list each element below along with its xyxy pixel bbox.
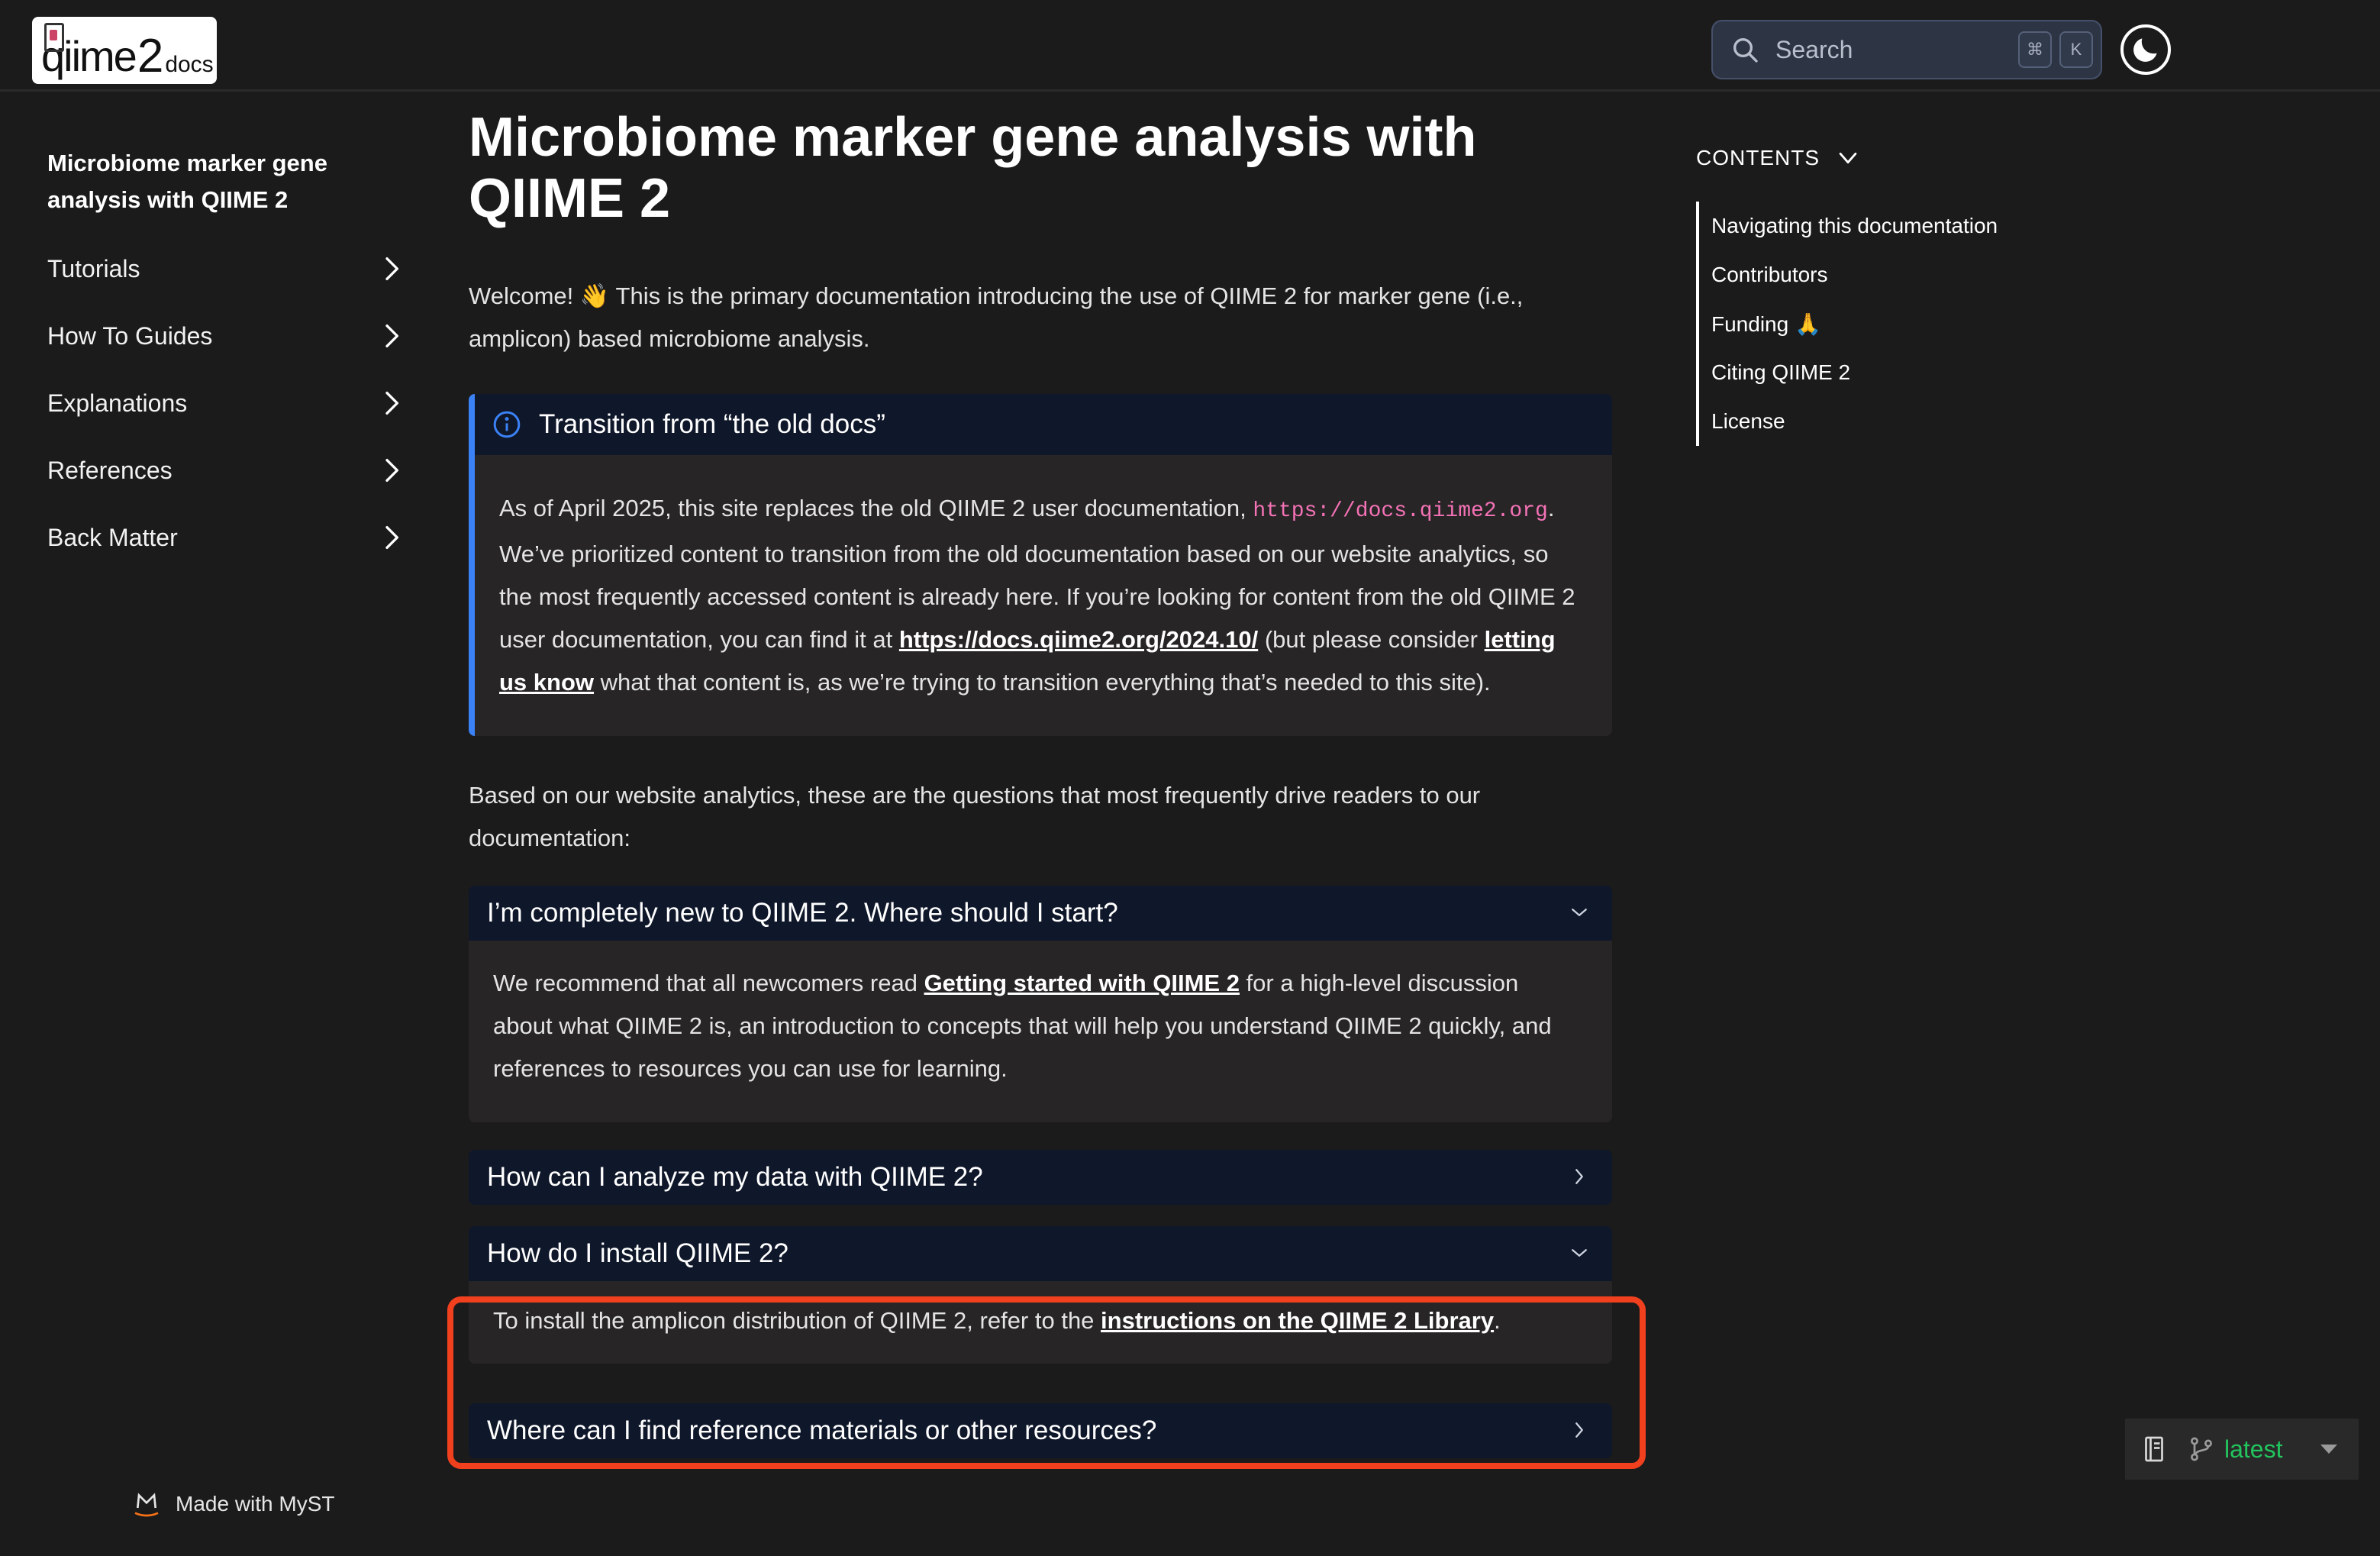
toc-item-funding[interactable]: Funding 🙏 [1711, 299, 2093, 348]
shortcut-key-cmd: ⌘ [2018, 31, 2052, 68]
dropdown-title: Where can I find reference materials or … [487, 1416, 1157, 1445]
dropdown-title: How do I install QIIME 2? [487, 1238, 788, 1268]
dropdown-title: I’m completely new to QIIME 2. Where sho… [487, 898, 1118, 928]
sidebar-item-back-matter[interactable]: Back Matter [47, 504, 406, 571]
sidebar-project-title[interactable]: Microbiome marker gene analysis with QII… [47, 145, 368, 218]
intro-paragraph: Welcome! 👋 This is the primary documenta… [469, 282, 1524, 352]
chevron-right-icon[interactable] [376, 253, 406, 284]
toc-toggle[interactable]: CONTENTS [1696, 145, 2093, 171]
transition-admonition: Transition from “the old docs” As of Apr… [469, 394, 1612, 736]
theme-toggle-button[interactable] [2120, 24, 2171, 75]
table-of-contents: CONTENTS Navigating this documentation C… [1696, 145, 2093, 446]
admonition-header: Transition from “the old docs” [475, 394, 1612, 455]
main-content: Microbiome marker gene analysis with QII… [469, 107, 1612, 1458]
sidebar-item-label: Tutorials [47, 254, 140, 282]
made-with-myst-label: Made with MyST [176, 1492, 335, 1516]
toc-item-navigating[interactable]: Navigating this documentation [1711, 202, 2093, 250]
caret-down-icon [2320, 1445, 2337, 1454]
old-docs-url-code: https://docs.qiime2.org [1253, 499, 1548, 523]
questions-intro-paragraph: Based on our website analytics, these ar… [469, 782, 1481, 851]
left-sidebar: Microbiome marker gene analysis with QII… [47, 145, 406, 571]
toc-list: Navigating this documentation Contributo… [1696, 202, 2093, 446]
dropdown-header[interactable]: I’m completely new to QIIME 2. Where sho… [469, 886, 1612, 941]
shortcut-key-k: K [2059, 31, 2093, 68]
toc-item-citing[interactable]: Citing QIIME 2 [1711, 348, 2093, 397]
chevron-right-icon [1575, 1422, 1583, 1438]
dropdown-new-to-qiime: I’m completely new to QIIME 2. Where sho… [469, 886, 1612, 1122]
dropdown-body: To install the amplicon distribution of … [493, 1307, 1501, 1334]
myst-logo-icon [134, 1493, 159, 1517]
dropdown-install-qiime: How do I install QIIME 2? To install the… [469, 1226, 1612, 1364]
logo-mark-icon [44, 23, 64, 52]
search-icon [1733, 38, 1758, 63]
sidebar-item-tutorials[interactable]: Tutorials [47, 235, 406, 302]
qiime2-docs-logo[interactable]: qiime 2 docs [32, 17, 217, 84]
toc-item-license[interactable]: License [1711, 397, 2093, 446]
old-docs-2024-link[interactable]: https://docs.qiime2.org/2024.10/ [899, 626, 1258, 653]
version-label: latest [2224, 1435, 2283, 1463]
chevron-right-icon[interactable] [376, 455, 406, 486]
getting-started-link[interactable]: Getting started with QIIME 2 [924, 970, 1240, 996]
sidebar-item-explanations[interactable]: Explanations [47, 370, 406, 437]
dropdown-reference-materials: Where can I find reference materials or … [469, 1403, 1612, 1458]
sidebar-item-label: How To Guides [47, 321, 213, 350]
sidebar-item-label: Back Matter [47, 523, 178, 551]
admonition-body: As of April 2025, this site replaces the… [499, 495, 1575, 696]
dropdown-analyze-data: How can I analyze my data with QIIME 2? [469, 1150, 1612, 1205]
dropdown-body: We recommend that all newcomers read Get… [493, 970, 1552, 1082]
sidebar-item-label: Explanations [47, 389, 188, 417]
search-input[interactable]: Search ⌘ K [1711, 20, 2102, 79]
chevron-right-icon[interactable] [376, 388, 406, 418]
info-icon [493, 411, 521, 438]
search-placeholder: Search [1775, 35, 1853, 63]
toc-heading: CONTENTS [1696, 146, 1820, 169]
git-branch-icon [2191, 1437, 2212, 1461]
chevron-right-icon [1575, 1169, 1583, 1184]
chevron-down-icon [1572, 909, 1587, 916]
book-icon [2145, 1436, 2163, 1462]
toc-item-contributors[interactable]: Contributors [1711, 250, 2093, 299]
chevron-down-icon [1572, 1249, 1587, 1257]
dropdown-header[interactable]: How can I analyze my data with QIIME 2? [469, 1150, 1612, 1205]
chevron-down-icon [1839, 152, 1857, 164]
qiime2-library-instructions-link[interactable]: instructions on the QIIME 2 Library [1101, 1307, 1494, 1334]
moon-icon [2133, 38, 2157, 62]
admonition-title: Transition from “the old docs” [539, 409, 885, 439]
sidebar-item-how-to-guides[interactable]: How To Guides [47, 302, 406, 370]
dropdown-header[interactable]: How do I install QIIME 2? [469, 1226, 1612, 1281]
dropdown-header[interactable]: Where can I find reference materials or … [469, 1403, 1612, 1458]
version-switcher[interactable]: latest [2125, 1419, 2359, 1480]
top-bar: qiime 2 docs Search ⌘ K [0, 0, 2380, 92]
sidebar-item-label: References [47, 456, 173, 484]
page-title: Microbiome marker gene analysis with QII… [469, 107, 1477, 229]
waving-hand-emoji: 👋 [579, 282, 610, 309]
made-with-myst-link[interactable]: Made with MyST [134, 1489, 335, 1519]
dropdown-title: How can I analyze my data with QIIME 2? [487, 1162, 983, 1192]
chevron-right-icon[interactable] [376, 321, 406, 351]
chevron-right-icon[interactable] [376, 522, 406, 553]
sidebar-item-references[interactable]: References [47, 437, 406, 504]
